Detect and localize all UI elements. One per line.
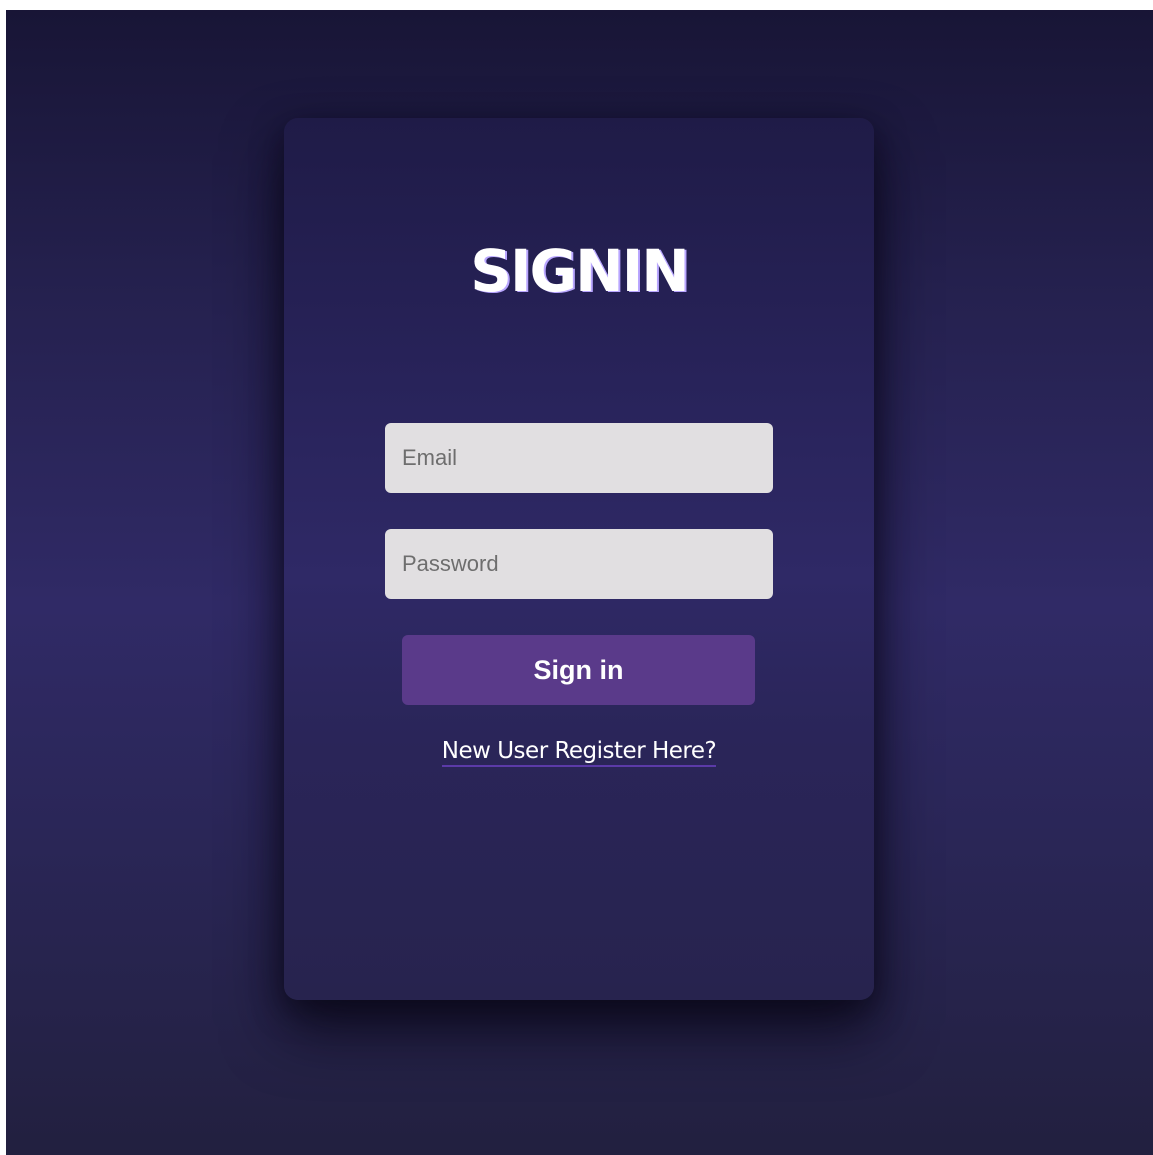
signin-card: SIGNIN Sign in New User Register Here?	[284, 118, 874, 1000]
page-background: SIGNIN Sign in New User Register Here?	[6, 10, 1153, 1155]
register-link-container: New User Register Here?	[284, 738, 874, 767]
password-field[interactable]	[385, 529, 773, 599]
page-title: SIGNIN	[470, 237, 690, 305]
sign-in-button[interactable]: Sign in	[402, 635, 755, 705]
register-link[interactable]: New User Register Here?	[441, 738, 717, 767]
email-field[interactable]	[385, 423, 773, 493]
